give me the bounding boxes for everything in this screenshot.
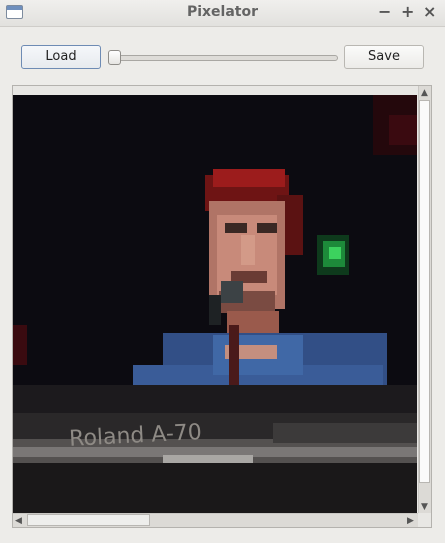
scroll-right-icon[interactable]: ▶ <box>407 516 414 526</box>
scroll-up-icon[interactable]: ▲ <box>421 88 428 98</box>
pixel-size-slider[interactable] <box>112 55 338 61</box>
title-bar: Pixelator − + × <box>0 0 445 27</box>
vertical-scrollbar-thumb[interactable] <box>419 100 430 483</box>
scroll-down-icon[interactable]: ▼ <box>421 502 428 512</box>
minimize-icon[interactable]: − <box>378 2 391 22</box>
pixelated-image: Roland A-70 <box>13 95 417 513</box>
scroll-left-icon[interactable]: ◀ <box>15 516 22 526</box>
scrollbar-corner <box>418 513 431 527</box>
horizontal-scrollbar-thumb[interactable] <box>27 514 150 526</box>
save-button[interactable]: Save <box>344 45 424 69</box>
pixel-size-slider-handle[interactable] <box>108 50 121 65</box>
close-icon[interactable]: × <box>423 2 436 22</box>
load-button[interactable]: Load <box>21 45 101 69</box>
maximize-icon[interactable]: + <box>401 2 414 22</box>
pixelator-window: Pixelator − + × Load Save Roland A-70 ▲ … <box>0 0 445 543</box>
pixelated-photo-icon: Roland A-70 <box>13 95 417 513</box>
